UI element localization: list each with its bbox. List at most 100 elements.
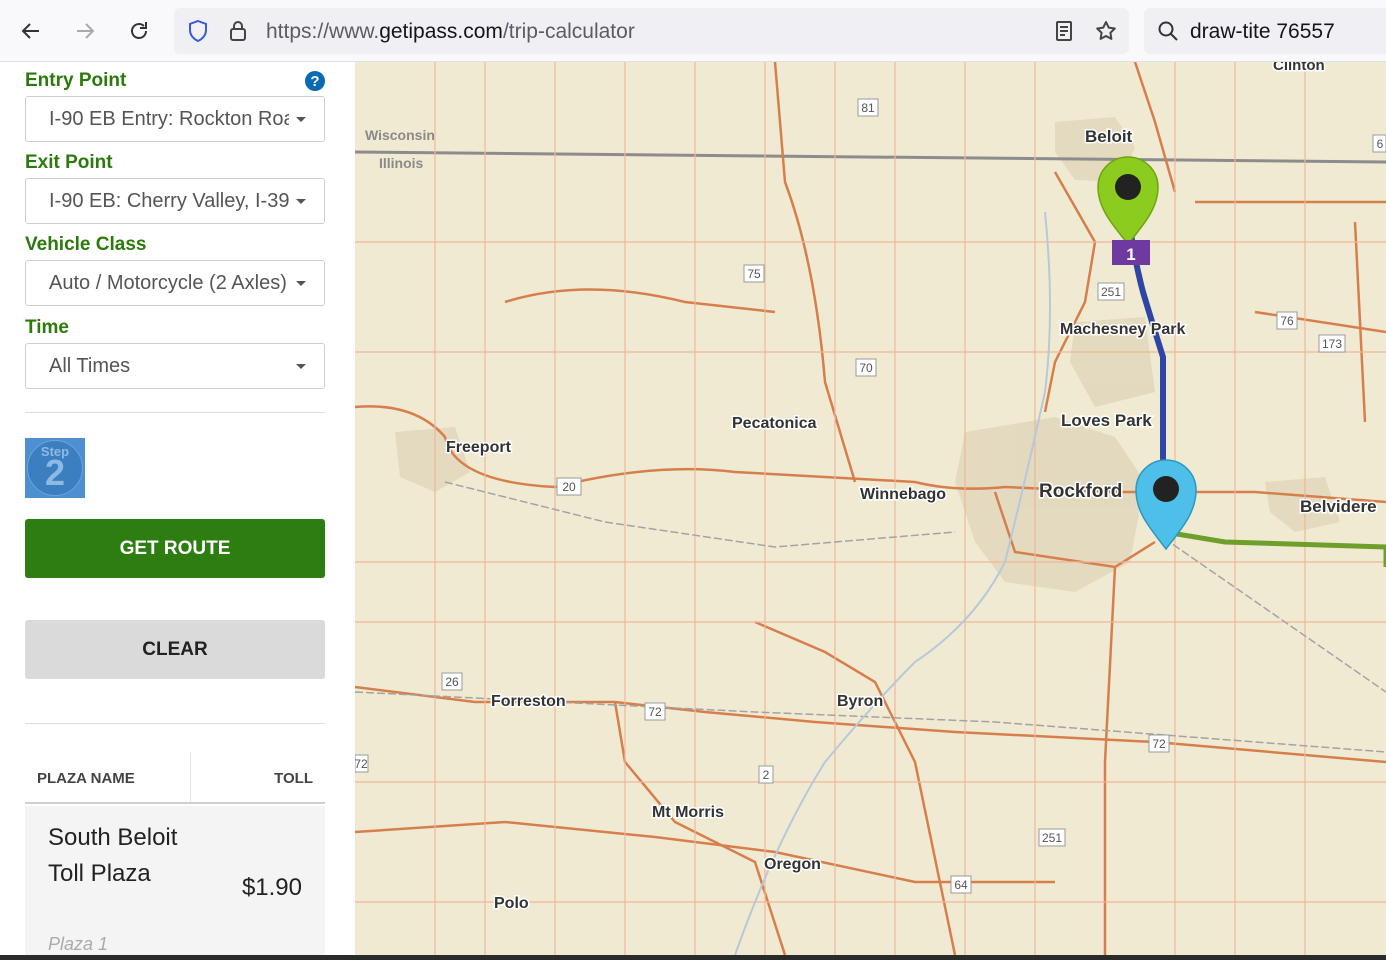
city-label-freeport: Freeport bbox=[446, 439, 512, 456]
shield-72-left-text: 72 bbox=[355, 757, 368, 771]
city-label-oregon: Oregon bbox=[764, 856, 821, 873]
shield-26-text: 26 bbox=[445, 675, 459, 689]
shield-icon[interactable] bbox=[186, 19, 210, 43]
time-select[interactable]: All Times bbox=[25, 343, 325, 389]
bookmark-star-icon[interactable] bbox=[1094, 19, 1118, 43]
chevron-down-icon bbox=[296, 364, 306, 369]
state-label-illinois: Illinois bbox=[379, 155, 424, 171]
shield-75-text: 75 bbox=[747, 267, 761, 281]
forward-button[interactable] bbox=[68, 14, 102, 48]
shield-2-north: 2 bbox=[355, 62, 356, 63]
shield-72-west: 72 bbox=[644, 702, 666, 721]
route-shields: 81 75 251 76 173 70 20 26 72 72 2 72 251… bbox=[355, 62, 1386, 894]
state-label-wisconsin: Wisconsin bbox=[365, 127, 435, 143]
toll-cell: $1.90 bbox=[241, 874, 302, 901]
shield-20-text: 20 bbox=[562, 480, 576, 494]
shield-72-left: 72 bbox=[355, 754, 369, 773]
toll-table: PLAZA NAME TOLL South Beloit Toll Plaza … bbox=[25, 752, 325, 955]
city-label-belvidere: Belvidere bbox=[1300, 497, 1377, 516]
chevron-down-icon bbox=[296, 117, 306, 122]
clear-button[interactable]: CLEAR bbox=[25, 620, 325, 679]
city-label-byron: Byron bbox=[837, 693, 883, 710]
shield-76-text: 76 bbox=[1280, 314, 1294, 328]
shield-81-text: 81 bbox=[861, 101, 875, 115]
shield-70-text: 70 bbox=[859, 361, 873, 375]
shield-81: 81 bbox=[857, 98, 879, 117]
chevron-down-icon bbox=[296, 281, 306, 286]
table-row[interactable]: South Beloit Toll Plaza $1.90 Plaza 1 bbox=[25, 806, 325, 955]
city-label-clinton: Clinton bbox=[1273, 62, 1325, 74]
vehicle-class-select[interactable]: Auto / Motorcycle (2 Axles) bbox=[25, 260, 325, 306]
trip-form-panel: Entry Point ? I-90 EB Entry: Rockton Roa… bbox=[0, 62, 355, 955]
highways bbox=[355, 62, 1386, 955]
city-label-polo: Polo bbox=[494, 895, 529, 912]
reload-button[interactable] bbox=[122, 14, 156, 48]
shield-72-east-text: 72 bbox=[1152, 737, 1166, 751]
step-badge: Step 2 bbox=[25, 438, 85, 498]
exit-point-value: I-90 EB: Cherry Valley, I-39 bbox=[49, 190, 289, 212]
shield-173-text: 173 bbox=[1322, 337, 1342, 351]
shield-26: 26 bbox=[441, 672, 463, 691]
toll-header[interactable]: TOLL bbox=[274, 770, 313, 787]
city-label-loves-park: Loves Park bbox=[1061, 411, 1152, 430]
browser-toolbar: https://www.getipass.com/trip-calculator… bbox=[0, 0, 1386, 62]
time-label: Time bbox=[25, 317, 70, 338]
back-button[interactable] bbox=[14, 14, 48, 48]
shield-6: 6 bbox=[1372, 134, 1386, 153]
get-route-button[interactable]: GET ROUTE bbox=[25, 519, 325, 578]
city-label-winnebago: Winnebago bbox=[860, 486, 946, 503]
route-map[interactable]: 1 Beloit Machesney Park Loves Park Rockf… bbox=[355, 62, 1386, 955]
shield-72-east: 72 bbox=[1148, 734, 1170, 753]
shield-251-south-text: 251 bbox=[1042, 831, 1062, 845]
lock-icon[interactable] bbox=[226, 19, 250, 43]
url-text[interactable]: https://www.getipass.com/trip-calculator bbox=[266, 20, 635, 44]
shield-75: 75 bbox=[743, 264, 765, 283]
map-canvas[interactable]: 1 Beloit Machesney Park Loves Park Rockf… bbox=[355, 62, 1386, 955]
reader-view-icon[interactable] bbox=[1052, 19, 1076, 43]
back-arrow-icon bbox=[21, 23, 39, 39]
local-roads bbox=[355, 62, 1386, 955]
rivers bbox=[734, 211, 1051, 955]
shield-64-text: 64 bbox=[954, 878, 968, 892]
divider bbox=[25, 723, 325, 724]
time-value: All Times bbox=[49, 355, 131, 377]
shield-251-text: 251 bbox=[1101, 285, 1121, 299]
start-marker[interactable] bbox=[1097, 156, 1159, 246]
shield-70: 70 bbox=[855, 358, 877, 377]
table-header: PLAZA NAME TOLL bbox=[25, 752, 325, 804]
city-label-mt-morris: Mt Morris bbox=[652, 804, 724, 821]
plaza-name-cell: South Beloit Toll Plaza bbox=[48, 824, 178, 887]
shield-64: 64 bbox=[950, 875, 972, 894]
entry-point-label: Entry Point bbox=[25, 70, 127, 91]
exit-point-select[interactable]: I-90 EB: Cherry Valley, I-39 bbox=[25, 178, 325, 224]
city-labels: Beloit Machesney Park Loves Park Rockfor… bbox=[445, 62, 1379, 914]
reload-icon bbox=[131, 22, 147, 39]
plaza-marker-label: 1 bbox=[1126, 245, 1135, 264]
header-separator bbox=[190, 752, 191, 802]
bottom-strip bbox=[0, 955, 1386, 960]
city-label-rockford: Rockford bbox=[1039, 481, 1122, 502]
search-text[interactable]: draw-tite 76557 bbox=[1190, 20, 1335, 44]
step-number: 2 bbox=[44, 452, 66, 493]
shield-251-south: 251 bbox=[1038, 828, 1066, 847]
search-icon bbox=[1158, 21, 1178, 41]
entry-point-select[interactable]: I-90 EB Entry: Rockton Road bbox=[25, 96, 325, 142]
shield-6-text: 6 bbox=[1377, 137, 1384, 151]
entry-point-value: I-90 EB Entry: Rockton Road bbox=[49, 108, 289, 130]
urban-areas bbox=[395, 117, 1340, 592]
address-bar[interactable]: https://www.getipass.com/trip-calculator bbox=[174, 8, 1129, 54]
plaza-subtitle: Plaza 1 bbox=[48, 934, 109, 954]
vehicle-class-value: Auto / Motorcycle (2 Axles) bbox=[49, 272, 287, 294]
plaza-name-header[interactable]: PLAZA NAME bbox=[37, 770, 135, 787]
city-label-beloit: Beloit bbox=[1085, 127, 1133, 146]
divider bbox=[25, 412, 325, 413]
help-icon[interactable]: ? bbox=[305, 71, 325, 91]
search-bar[interactable]: draw-tite 76557 bbox=[1144, 8, 1386, 54]
shield-2: 2 bbox=[758, 765, 774, 784]
city-label-machesney-park: Machesney Park bbox=[1060, 321, 1186, 338]
shield-76: 76 bbox=[1276, 311, 1298, 330]
shield-251: 251 bbox=[1097, 282, 1125, 301]
city-label-pecatonica: Pecatonica bbox=[732, 415, 817, 432]
state-border bbox=[355, 150, 1386, 164]
vehicle-class-label: Vehicle Class bbox=[25, 234, 147, 255]
